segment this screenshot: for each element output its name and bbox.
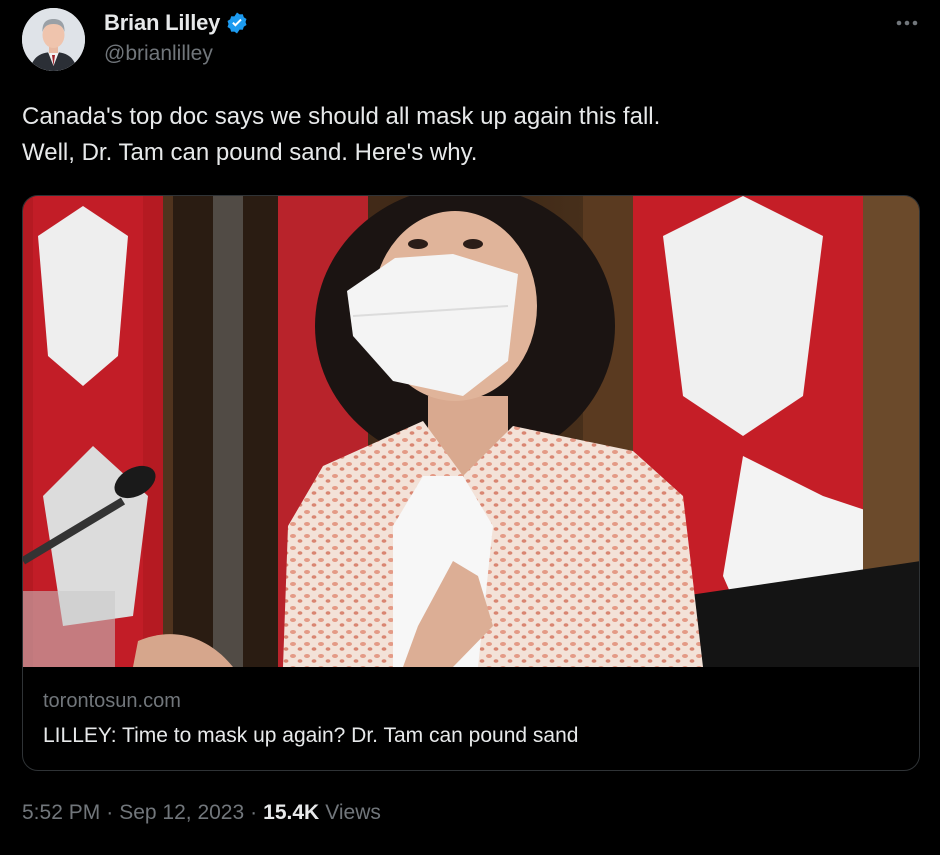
author-name-row[interactable]: Brian Lilley [104,9,249,37]
tweet-text-line: Canada's top doc says we should all mask… [22,103,661,130]
tweet-date[interactable]: Sep 12, 2023 [119,801,244,825]
tweet-meta: 5:52 PM · Sep 12, 2023 · 15.4K Views [22,801,381,825]
author-display-name[interactable]: Brian Lilley [104,10,220,36]
tweet-time[interactable]: 5:52 PM [22,801,100,825]
more-horizontal-icon[interactable] [892,10,922,36]
tweet-text: Canada's top doc says we should all mask… [22,99,902,171]
link-card[interactable]: torontosun.com LILLEY: Time to mask up a… [22,195,920,771]
author-handle[interactable]: @brianlilley [104,42,213,66]
verified-badge-icon [227,12,247,34]
meta-separator: · [106,801,114,824]
views-label: Views [325,801,381,824]
woman-in-mask-photo[interactable] [23,196,920,667]
person-portrait-icon [22,8,85,71]
card-domain[interactable]: torontosun.com [43,690,181,713]
card-title[interactable]: LILLEY: Time to mask up again? Dr. Tam c… [43,724,578,748]
author-avatar[interactable] [22,8,85,71]
views-count[interactable]: 15.4K [263,801,319,825]
meta-separator: · [250,801,258,824]
tweet[interactable]: Brian Lilley @brianlilley Canada's top d… [0,0,940,855]
tweet-text-line: Well, Dr. Tam can pound sand. Here's why… [22,139,478,166]
